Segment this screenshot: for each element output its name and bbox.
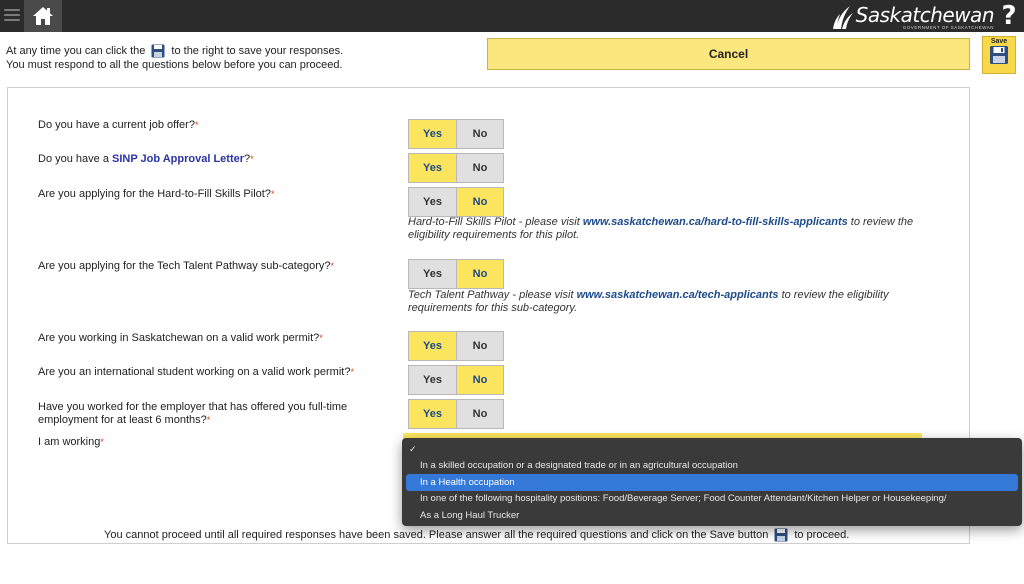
footer-message: You cannot proceed until all required re… — [104, 528, 849, 542]
brand-name: Saskatchewan — [855, 3, 995, 27]
no-option[interactable]: No — [456, 332, 503, 360]
floppy-disk-icon — [990, 46, 1008, 64]
wheat-logo-icon — [832, 6, 853, 29]
yes-option[interactable]: Yes — [409, 120, 456, 148]
footer-text-end: to proceed. — [794, 529, 850, 541]
floppy-disk-icon — [151, 44, 165, 58]
yes-option[interactable]: Yes — [409, 188, 456, 216]
hard-to-fill-note: Hard-to-Fill Skills Pilot - please visit… — [408, 216, 928, 242]
intro-line1-after: to the right to save your responses. — [171, 45, 344, 57]
question-text: I am working — [38, 436, 101, 448]
no-option[interactable]: No — [456, 154, 503, 182]
question-work-permit: Are you working in Saskatchewan on a val… — [38, 332, 323, 345]
floppy-disk-icon — [774, 528, 788, 542]
top-bar: Saskatchewan GOVERNMENT OF SASKATCHEWAN … — [0, 0, 1024, 32]
required-mark: * — [350, 367, 354, 377]
saskatchewan-logo: Saskatchewan GOVERNMENT OF SASKATCHEWAN — [832, 2, 995, 32]
yes-option[interactable]: Yes — [409, 332, 456, 360]
question-hard-to-fill: Are you applying for the Hard-to-Fill Sk… — [38, 188, 274, 201]
checkmark-icon: ✓ — [409, 443, 417, 454]
dropdown-option-skilled[interactable]: In a skilled occupation or a designated … — [406, 458, 1018, 475]
question-text: Do you have a — [38, 153, 112, 165]
no-option[interactable]: No — [456, 366, 503, 394]
question-text: Are you an international student working… — [38, 366, 351, 378]
question-job-offer: Do you have a current job offer?* — [38, 119, 198, 132]
question-sinp-letter: Do you have a SINP Job Approval Letter?* — [38, 153, 254, 166]
required-mark: * — [330, 261, 335, 271]
save-button-label: Save — [990, 38, 1008, 45]
intro-line1-before: At any time you can click the — [6, 45, 146, 57]
dropdown-option-blank[interactable]: ✓ — [406, 441, 1018, 458]
no-option[interactable]: No — [456, 260, 503, 288]
yes-option[interactable]: Yes — [409, 366, 456, 394]
yes-option[interactable]: Yes — [409, 400, 456, 428]
question-worked-six-months: Have you worked for the employer that ha… — [38, 401, 378, 427]
help-button[interactable]: ? — [998, 2, 1020, 30]
no-option[interactable]: No — [456, 120, 503, 148]
tech-talent-note: Tech Talent Pathway - please visit www.s… — [408, 289, 928, 315]
required-mark: * — [270, 189, 275, 199]
intro-text: At any time you can click the to the rig… — [6, 44, 343, 72]
brand-subtitle: GOVERNMENT OF SASKATCHEWAN — [902, 25, 994, 30]
question-i-am-working: I am working* — [38, 436, 104, 449]
question-international-student: Are you an international student working… — [38, 366, 354, 379]
no-option[interactable]: No — [456, 400, 503, 428]
cancel-button[interactable]: Cancel — [487, 38, 970, 70]
question-text: Are you applying for the Tech Talent Pat… — [38, 260, 331, 272]
required-mark: * — [206, 415, 211, 425]
question-text: Are you working in Saskatchewan on a val… — [38, 332, 320, 344]
question-text: Are you applying for the Hard-to-Fill Sk… — [38, 188, 271, 200]
save-button[interactable]: Save — [982, 36, 1016, 74]
home-icon — [33, 7, 53, 25]
sinp-letter-link[interactable]: SINP Job Approval Letter — [112, 153, 244, 165]
yes-option[interactable]: Yes — [409, 154, 456, 182]
yes-no-tech-talent[interactable]: Yes No — [408, 259, 504, 289]
dropdown-option-hospitality[interactable]: In one of the following hospitality posi… — [406, 491, 1018, 508]
question-tech-talent: Are you applying for the Tech Talent Pat… — [38, 260, 334, 273]
question-text: Have you worked for the employer that ha… — [38, 401, 348, 426]
yes-no-international-student[interactable]: Yes No — [408, 365, 504, 395]
note-text: Tech Talent Pathway - please visit — [408, 289, 577, 301]
hard-to-fill-link[interactable]: www.saskatchewan.ca/hard-to-fill-skills-… — [583, 216, 848, 228]
note-text: Hard-to-Fill Skills Pilot - please visit — [408, 216, 583, 228]
yes-no-work-permit[interactable]: Yes No — [408, 331, 504, 361]
tech-talent-link[interactable]: www.saskatchewan.ca/tech-applicants — [577, 289, 779, 301]
hamburger-menu-icon[interactable] — [2, 6, 22, 26]
dropdown-option-health[interactable]: In a Health occupation — [406, 474, 1018, 491]
home-button[interactable] — [24, 0, 62, 32]
required-mark: * — [319, 333, 323, 343]
no-option[interactable]: No — [456, 188, 503, 216]
dropdown-option-trucker[interactable]: As a Long Haul Trucker — [406, 507, 1018, 524]
working-dropdown-list: ✓ In a skilled occupation or a designate… — [402, 438, 1022, 526]
yes-no-job-offer[interactable]: Yes No — [408, 119, 504, 149]
required-mark: * — [250, 154, 254, 164]
footer-text: You cannot proceed until all required re… — [104, 529, 769, 541]
required-mark: * — [194, 120, 199, 130]
yes-no-hard-to-fill[interactable]: Yes No — [408, 187, 504, 217]
yes-option[interactable]: Yes — [409, 260, 456, 288]
yes-no-sinp-letter[interactable]: Yes No — [408, 153, 504, 183]
yes-no-worked-six-months[interactable]: Yes No — [408, 399, 504, 429]
question-text: Do you have a current job offer? — [38, 119, 195, 131]
required-mark: * — [100, 437, 104, 447]
intro-line2: You must respond to all the questions be… — [6, 59, 343, 71]
